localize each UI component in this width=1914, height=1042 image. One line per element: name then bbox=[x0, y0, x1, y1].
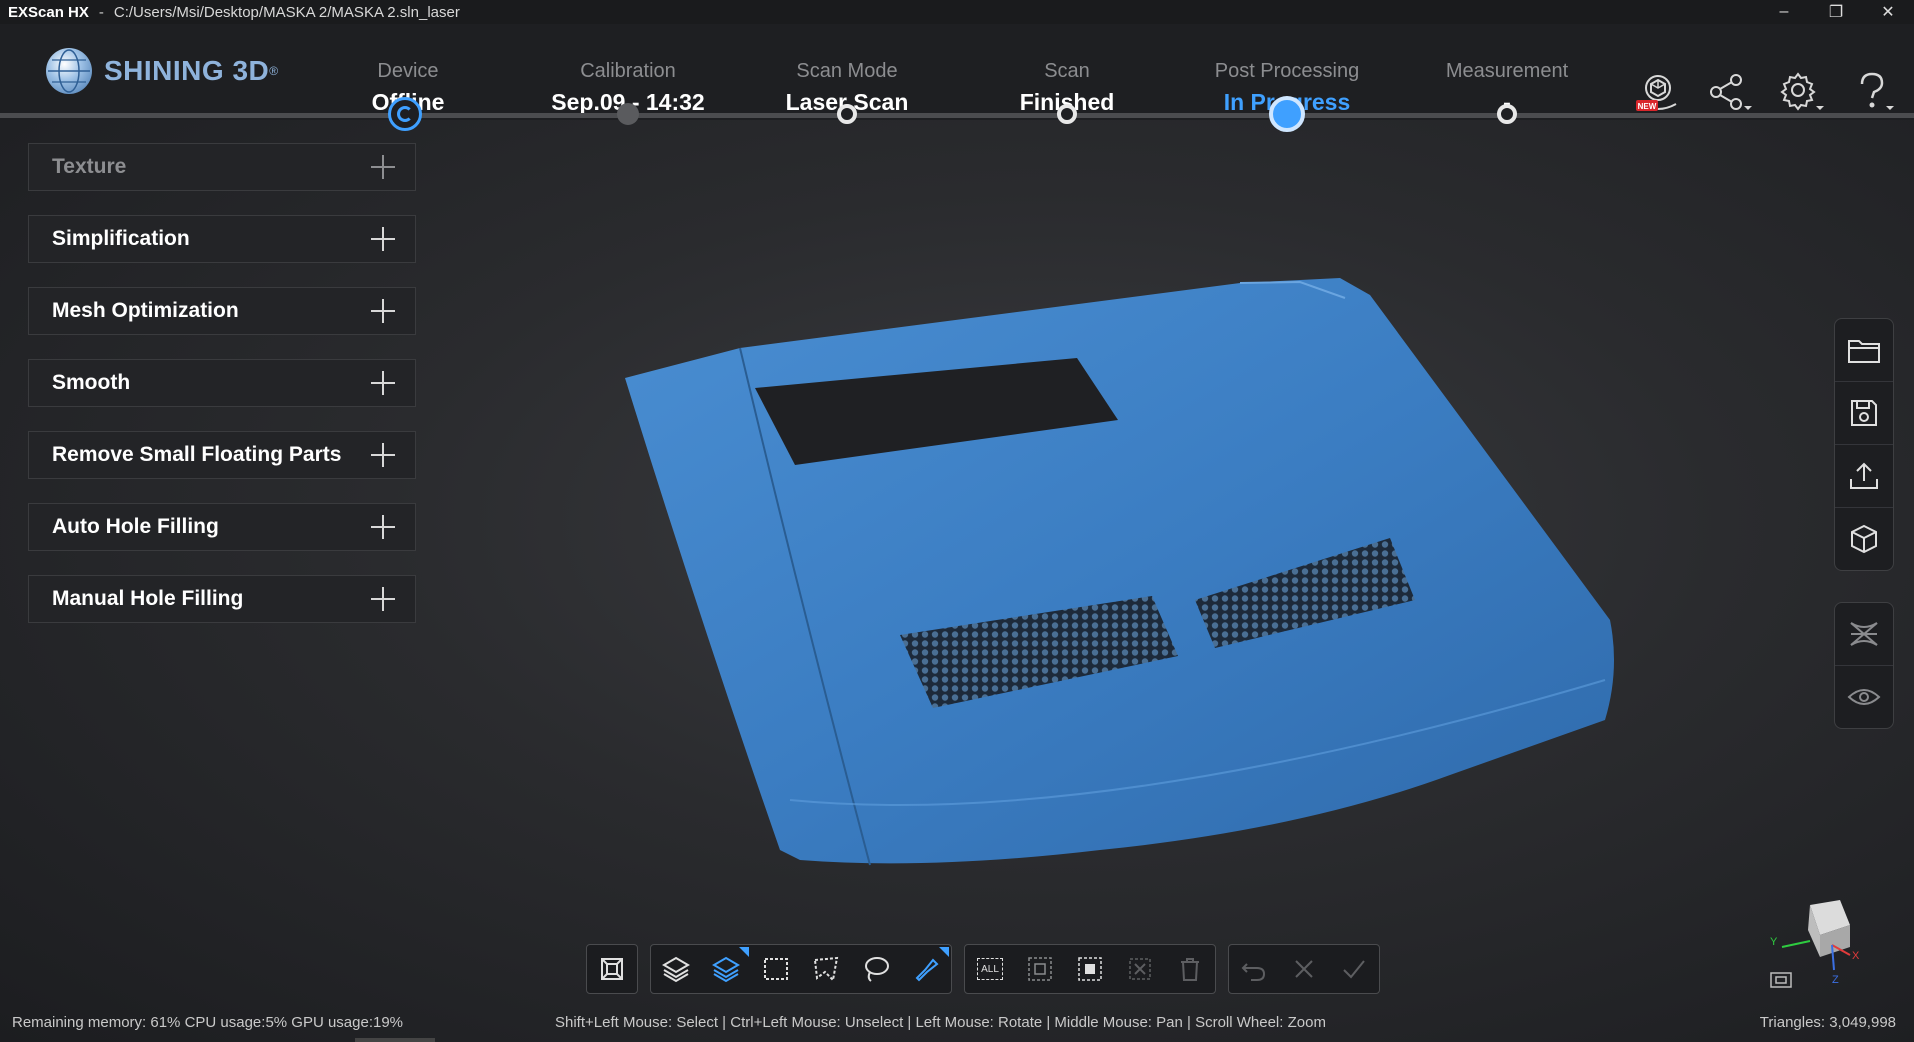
tool-group-select bbox=[650, 944, 952, 994]
axis-x-label: X bbox=[1852, 950, 1860, 962]
step-label: Post Processing bbox=[1214, 60, 1360, 82]
calibration-node bbox=[617, 103, 639, 125]
minimize-button[interactable]: – bbox=[1758, 0, 1810, 24]
step-label: Device bbox=[377, 60, 439, 82]
expand-plus-icon[interactable] bbox=[371, 155, 395, 179]
panel-label: Smooth bbox=[52, 371, 131, 394]
3d-box-icon[interactable] bbox=[1835, 508, 1893, 570]
visibility-eye-icon[interactable] bbox=[1835, 666, 1893, 728]
panel-label: Simplification bbox=[52, 227, 190, 250]
panel-manual-hole-filling[interactable]: Manual Hole Filling bbox=[28, 575, 416, 623]
panel-label: Auto Hole Filling bbox=[52, 515, 219, 538]
status-scrollbar[interactable] bbox=[355, 1038, 435, 1042]
select-connected-icon[interactable] bbox=[1065, 945, 1115, 993]
screenshot-frame-icon[interactable] bbox=[1769, 970, 1793, 990]
file-toolbar bbox=[1834, 318, 1894, 571]
header-icons: NEW bbox=[1634, 70, 1896, 116]
expand-plus-icon[interactable] bbox=[371, 227, 395, 251]
export-icon[interactable] bbox=[1835, 445, 1893, 508]
layers-active-icon[interactable] bbox=[701, 945, 751, 993]
panel-remove-small-floating-parts[interactable]: Remove Small Floating Parts bbox=[28, 431, 416, 479]
panel-mesh-optimization[interactable]: Mesh Optimization bbox=[28, 287, 416, 335]
delete-icon[interactable] bbox=[1165, 945, 1215, 993]
title-separator: - bbox=[98, 3, 104, 21]
tool-group-edit bbox=[1228, 944, 1380, 994]
panel-label: Texture bbox=[52, 155, 127, 178]
mesh-display-icon[interactable] bbox=[1835, 603, 1893, 666]
cancel-icon[interactable] bbox=[1279, 945, 1329, 993]
panel-smooth[interactable]: Smooth bbox=[28, 359, 416, 407]
panel-texture[interactable]: Texture bbox=[28, 143, 416, 191]
step-label: Calibration bbox=[580, 60, 676, 82]
bottom-toolbar: ALL bbox=[586, 944, 1392, 994]
panel-auto-hole-filling[interactable]: Auto Hole Filling bbox=[28, 503, 416, 551]
post-processing-node[interactable] bbox=[1269, 96, 1305, 132]
polygon-select-icon[interactable] bbox=[801, 945, 851, 993]
registered-mark: ® bbox=[269, 64, 279, 78]
invert-selection-icon[interactable] bbox=[1015, 945, 1065, 993]
3d-scan-new-icon[interactable]: NEW bbox=[1634, 70, 1680, 116]
status-bar: Remaining memory: 61% CPU usage:5% GPU u… bbox=[0, 1010, 1914, 1042]
layers-icon[interactable] bbox=[651, 945, 701, 993]
axis-y-label: Y bbox=[1770, 936, 1778, 948]
logo: SHINING 3D ® bbox=[46, 48, 278, 94]
fit-view-icon[interactable] bbox=[587, 945, 637, 993]
tool-group-selection-ops: ALL bbox=[964, 944, 1216, 994]
scan-node[interactable] bbox=[1057, 104, 1077, 124]
scan-mode-node[interactable] bbox=[837, 104, 857, 124]
measurement-node[interactable] bbox=[1497, 104, 1517, 124]
undo-icon[interactable] bbox=[1229, 945, 1279, 993]
apply-check-icon[interactable] bbox=[1329, 945, 1379, 993]
expand-plus-icon[interactable] bbox=[371, 299, 395, 323]
maximize-button[interactable]: ❐ bbox=[1810, 0, 1862, 24]
view-toolbar bbox=[1834, 602, 1894, 729]
brush-select-icon[interactable] bbox=[901, 945, 951, 993]
lasso-select-icon[interactable] bbox=[851, 945, 901, 993]
resource-usage: Remaining memory: 61% CPU usage:5% GPU u… bbox=[12, 1014, 404, 1031]
header: SHINING 3D ® Device Offline Calibration … bbox=[0, 24, 1914, 120]
mouse-hints: Shift+Left Mouse: Select | Ctrl+Left Mou… bbox=[555, 1014, 1326, 1031]
panel-label: Remove Small Floating Parts bbox=[52, 443, 342, 466]
progress-line bbox=[0, 113, 1914, 118]
3d-viewport-mesh[interactable] bbox=[600, 270, 1630, 910]
close-button[interactable]: ✕ bbox=[1862, 0, 1914, 24]
share-icon[interactable] bbox=[1706, 70, 1752, 116]
step-label: Scan Mode bbox=[796, 60, 898, 82]
expand-plus-icon[interactable] bbox=[371, 443, 395, 467]
window-controls: – ❐ ✕ bbox=[1758, 0, 1914, 24]
expand-plus-icon[interactable] bbox=[371, 515, 395, 539]
panel-label: Manual Hole Filling bbox=[52, 587, 244, 610]
clear-selection-icon[interactable] bbox=[1115, 945, 1165, 993]
select-all-icon[interactable]: ALL bbox=[965, 945, 1015, 993]
new-badge-text: NEW bbox=[1638, 102, 1657, 111]
title-bar: EXScan HX - C:/Users/Msi/Desktop/MASKA 2… bbox=[0, 0, 1914, 24]
expand-plus-icon[interactable] bbox=[371, 587, 395, 611]
shining3d-globe-icon bbox=[46, 48, 92, 94]
settings-icon[interactable] bbox=[1778, 70, 1824, 116]
rectangle-select-icon[interactable] bbox=[751, 945, 801, 993]
triangle-count: Triangles: 3,049,998 bbox=[1759, 1014, 1896, 1031]
open-folder-icon[interactable] bbox=[1835, 319, 1893, 382]
select-all-label: ALL bbox=[977, 958, 1003, 980]
device-sync-node-icon[interactable] bbox=[388, 97, 422, 131]
step-label: Measurement bbox=[1445, 60, 1569, 82]
panel-simplification[interactable]: Simplification bbox=[28, 215, 416, 263]
brand-name: SHINING 3D bbox=[104, 55, 270, 86]
step-label: Scan bbox=[1044, 60, 1090, 82]
app-name: EXScan HX bbox=[8, 3, 89, 21]
axis-z-label: Z bbox=[1832, 974, 1839, 986]
file-path: C:/Users/Msi/Desktop/MASKA 2/MASKA 2.sln… bbox=[113, 3, 460, 21]
tool-group-view bbox=[586, 944, 638, 994]
expand-plus-icon[interactable] bbox=[371, 371, 395, 395]
save-icon[interactable] bbox=[1835, 382, 1893, 445]
help-icon[interactable] bbox=[1850, 70, 1896, 116]
panel-label: Mesh Optimization bbox=[52, 299, 239, 322]
